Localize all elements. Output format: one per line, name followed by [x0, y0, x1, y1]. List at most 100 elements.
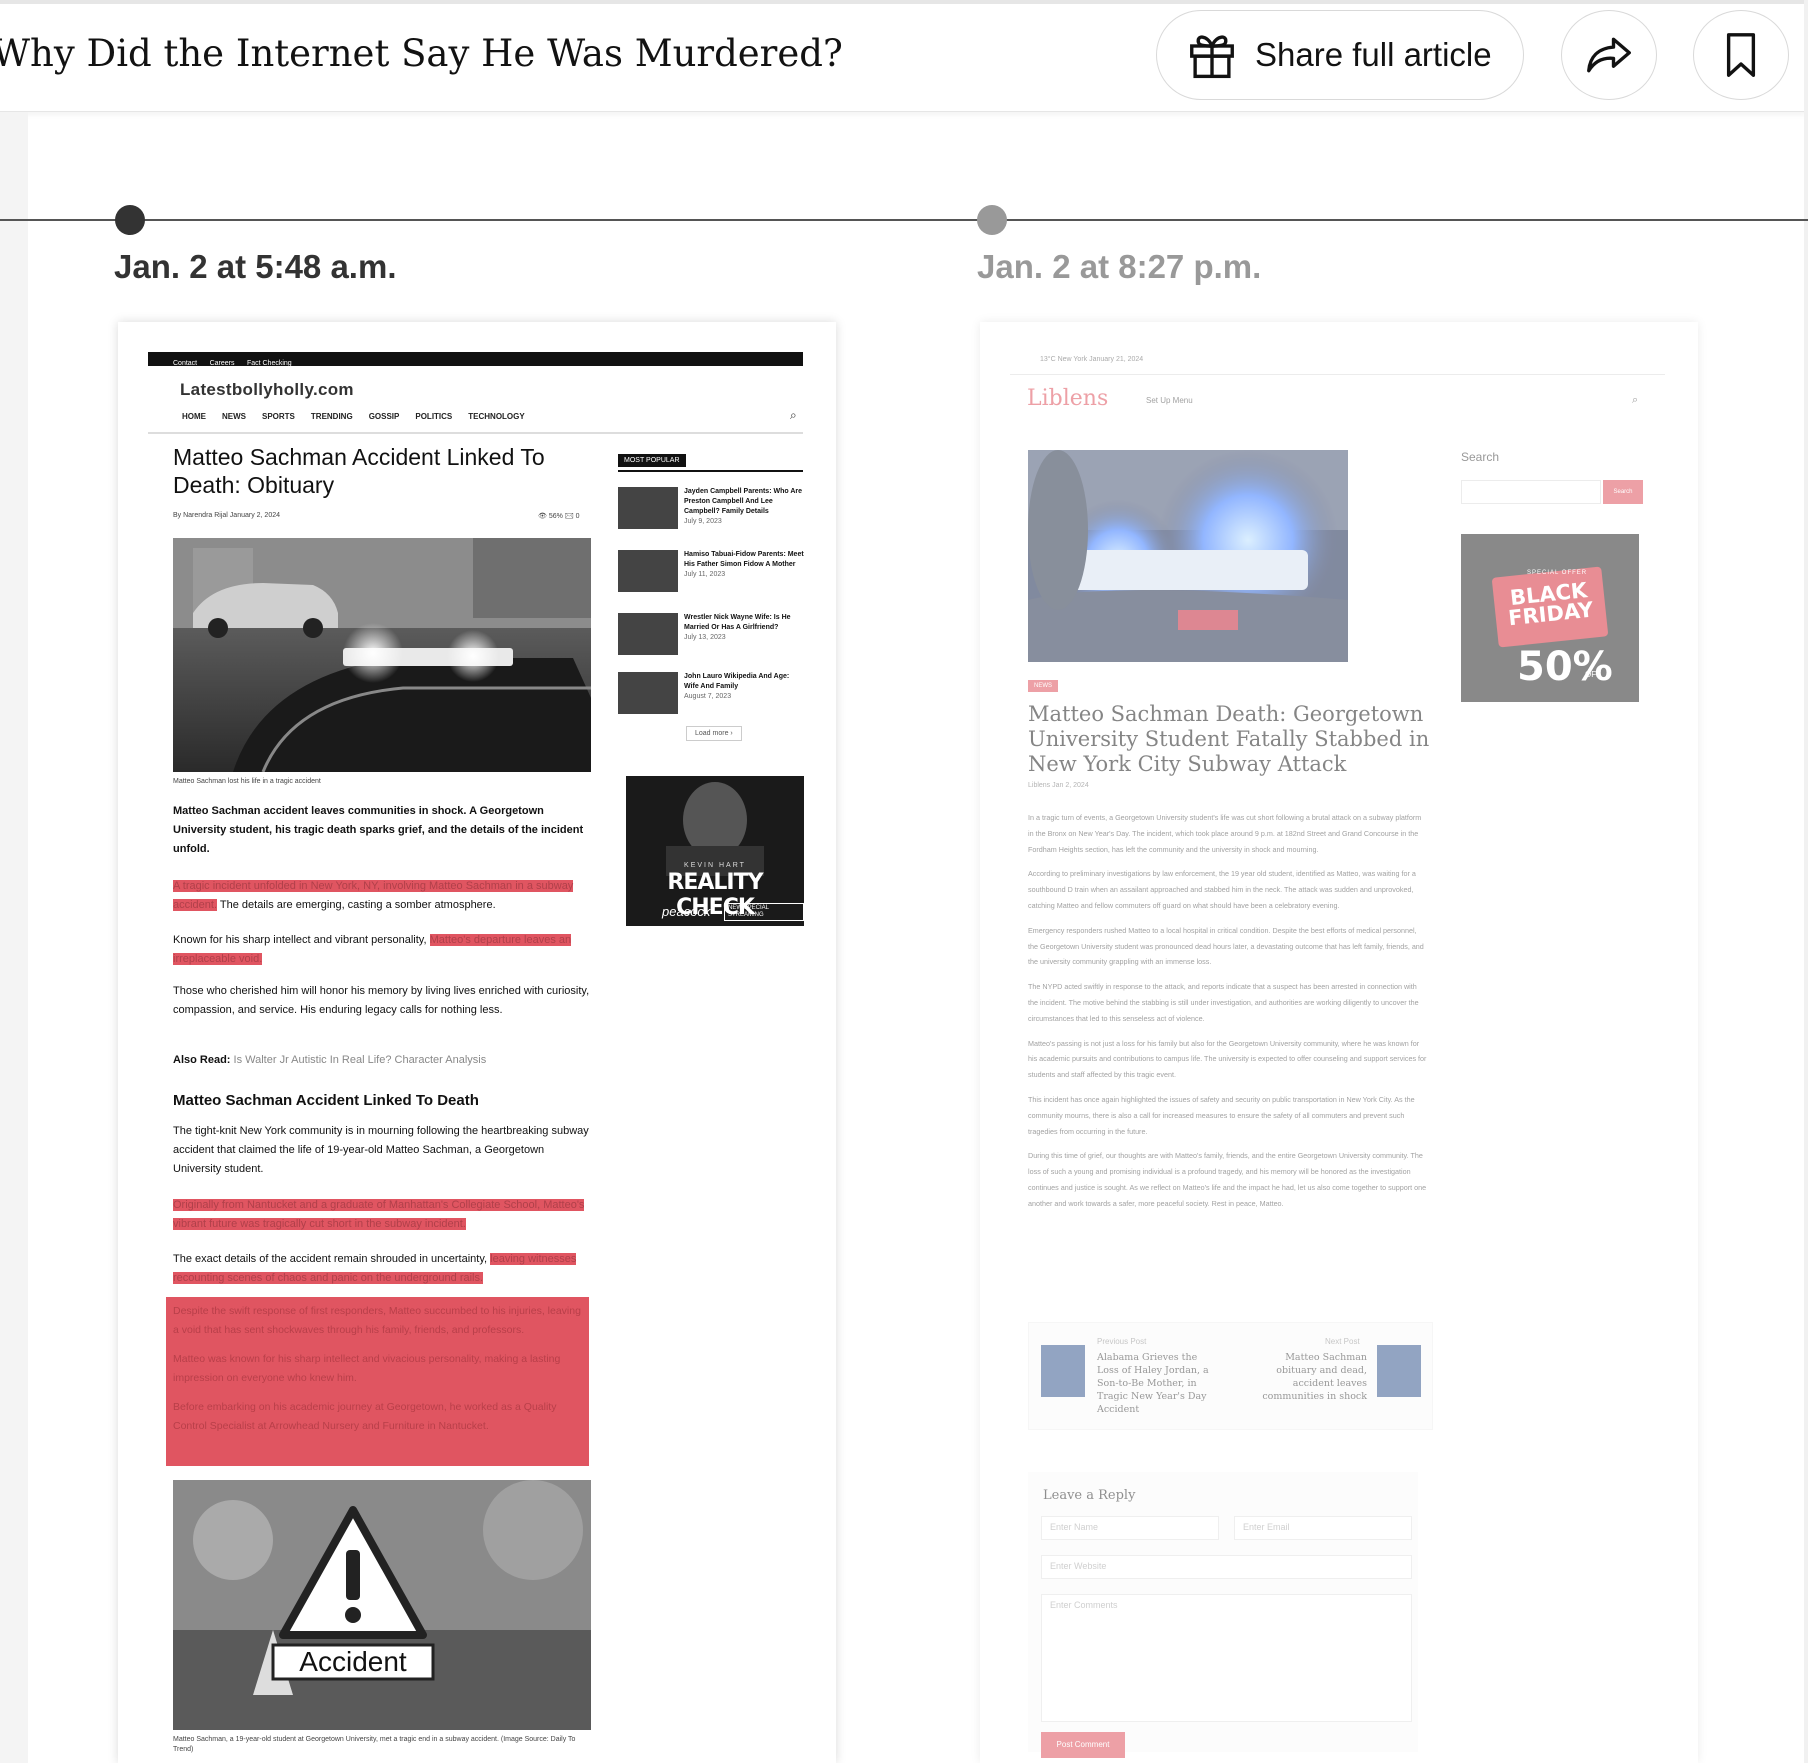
highlighted-paragraph: Before embarking on his academic journey…	[173, 1401, 557, 1432]
article-photo-accident-sign: Accident	[173, 1480, 591, 1730]
site-nav: HOME NEWS SPORTS TRENDING GOSSIP POLITIC…	[182, 412, 525, 421]
article-stats: 👁 56% ✉ 0	[538, 513, 580, 520]
site-top-bar: Contact Careers Fact Checking	[148, 352, 803, 367]
sidebar-search-input[interactable]	[1461, 480, 1601, 504]
screenshot-liblens: 13°C New York January 21, 2024 Liblens S…	[980, 322, 1698, 1763]
highlighted-paragraph: Matteo was known for his sharp intellect…	[173, 1353, 561, 1384]
paragraph-4: The tight-knit New York community is in …	[173, 1125, 589, 1175]
article-title: Matteo Sachman Accident Linked To Death:…	[173, 444, 545, 498]
popular-item[interactable]: Wrestler Nick Wayne Wife: Is He Married …	[618, 613, 803, 657]
popular-thumbnail	[618, 487, 678, 529]
share-label: Share full article	[1255, 36, 1492, 73]
timeline-point-first	[115, 205, 145, 235]
topbar-link-careers: Careers	[209, 360, 235, 367]
comments-field[interactable]: Enter Comments	[1041, 1594, 1412, 1722]
screenshot-latestbollyholly: Contact Careers Fact Checking Latestboll…	[118, 322, 836, 1763]
share-full-article-button[interactable]: Share full article	[1156, 10, 1524, 100]
popular-thumbnail	[618, 672, 678, 714]
topbar-link-contact: Contact	[173, 360, 198, 367]
bookmark-icon	[1726, 33, 1756, 77]
nav-sports: SPORTS	[262, 412, 295, 421]
article-title: Matteo Sachman Death: Georgetown Univers…	[1028, 702, 1430, 776]
popular-title: Jayden Campbell Parents: Who Are Preston…	[684, 488, 802, 515]
scrollbar-track[interactable]	[1804, 0, 1808, 1763]
ad-subtitle: KEVIN HART	[684, 862, 746, 869]
ad-percent: 50%	[1517, 644, 1613, 690]
highlighted-text: Originally from Nantucket and a graduate…	[173, 1199, 585, 1230]
sidebar-search-label: Search	[1461, 450, 1500, 464]
share-button[interactable]	[1561, 10, 1657, 100]
article-lead: Matteo Sachman accident leaves communiti…	[173, 805, 584, 855]
also-read: Also Read: Is Walter Jr Autistic In Real…	[173, 1054, 486, 1066]
gift-icon	[1190, 35, 1234, 79]
site-top-info: 13°C New York January 21, 2024	[1040, 356, 1144, 363]
post-comment-button[interactable]: Post Comment	[1041, 1732, 1125, 1758]
comment-form: Leave a Reply Enter Name Enter Email Ent…	[1028, 1472, 1418, 1758]
article-headline: Why Did the Internet Say He Was Murdered…	[0, 32, 843, 75]
nav-gossip: GOSSIP	[368, 412, 400, 421]
accident-sign-text: Accident	[299, 1646, 407, 1677]
site-menu[interactable]: Set Up Menu	[1146, 396, 1193, 405]
website-field[interactable]: Enter Website	[1041, 1555, 1412, 1579]
next-post-thumbnail[interactable]	[1377, 1345, 1421, 1397]
paragraph-3: Those who cherished him will honor his m…	[173, 985, 590, 1016]
nav-home: HOME	[182, 412, 206, 421]
prev-post-thumbnail[interactable]	[1041, 1345, 1085, 1397]
paragraph-text: The details are emerging, casting a somb…	[217, 899, 496, 911]
popular-item[interactable]: John Lauro Wikipedia And Age: Wife And F…	[618, 672, 803, 716]
nav-news: NEWS	[222, 412, 246, 421]
popular-date: August 7, 2023	[684, 693, 732, 700]
timestamp-second: Jan. 2 at 8:27 p.m.	[977, 248, 1262, 285]
popular-item[interactable]: Hamiso Tabuai-Fidow Parents: Meet His Fa…	[618, 550, 804, 594]
photo-caption: Matteo Sachman, a 19-year-old student at…	[173, 1736, 576, 1753]
prev-post-label: Previous Post	[1097, 1337, 1147, 1346]
site-logo: Latestbollyholly.com	[180, 380, 354, 399]
body-paragraph: In a tragic turn of events, a Georgetown…	[1028, 813, 1422, 854]
timeline-line	[0, 219, 1808, 221]
paragraph-6: The exact details of the accident remain…	[173, 1250, 593, 1288]
nav-politics: POLITICS	[415, 412, 453, 421]
search-icon[interactable]: ⌕	[1632, 394, 1638, 407]
ad-tag: NEW SPECIAL STREAMING	[724, 903, 804, 921]
popular-title: Hamiso Tabuai-Fidow Parents: Meet His Fa…	[684, 551, 804, 568]
highlighted-block: Despite the swift response of first resp…	[166, 1297, 589, 1466]
popular-title: John Lauro Wikipedia And Age: Wife And F…	[684, 673, 790, 690]
popular-item[interactable]: Jayden Campbell Parents: Who Are Preston…	[618, 487, 803, 531]
also-read-label: Also Read:	[173, 1054, 231, 1066]
body-paragraph: According to preliminary investigations …	[1028, 869, 1416, 910]
article-photo-police-lights	[1028, 450, 1348, 662]
name-field[interactable]: Enter Name	[1041, 1516, 1219, 1540]
load-more-button[interactable]: Load more ›	[686, 726, 742, 741]
sidebar-search-button[interactable]: Search	[1603, 480, 1643, 504]
save-button[interactable]	[1693, 10, 1789, 100]
ad-special: SPECIAL OFFER	[1527, 570, 1588, 576]
photo-caption: Matteo Sachman lost his life in a tragic…	[173, 778, 321, 785]
nav-divider	[148, 432, 803, 434]
advertisement-reality-check[interactable]: KEVIN HART REALITY CHECK peacock NEW SPE…	[626, 776, 804, 926]
body-paragraph: Matteo's passing is not just a loss for …	[1028, 1038, 1427, 1080]
paragraph-2: Known for his sharp intellect and vibran…	[173, 931, 593, 969]
top-divider	[1010, 374, 1665, 375]
nav-technology: TECHNOLOGY	[468, 412, 525, 421]
search-icon: ⌕	[790, 408, 797, 422]
share-arrow-icon	[1587, 37, 1631, 73]
prev-post-title[interactable]: Alabama Grieves the Loss of Haley Jordan…	[1097, 1351, 1217, 1416]
ad-sign-text: BLACK FRIDAY	[1507, 578, 1595, 631]
article-body: In a tragic turn of events, a Georgetown…	[1028, 810, 1428, 1221]
topbar-link-fact-checking: Fact Checking	[246, 360, 292, 367]
category-tag[interactable]: NEWS	[1028, 680, 1058, 692]
email-field[interactable]: Enter Email	[1234, 1516, 1412, 1540]
popular-title: Wrestler Nick Wayne Wife: Is He Married …	[684, 614, 791, 631]
paragraph-1: A tragic incident unfolded in New York, …	[173, 877, 593, 915]
paragraph-5: Originally from Nantucket and a graduate…	[173, 1196, 593, 1234]
timestamp-first: Jan. 2 at 5:48 a.m.	[114, 248, 397, 285]
ad-off: OFF	[1585, 670, 1601, 679]
article-byline: By Narendra Rijal January 2, 2024	[173, 512, 281, 519]
next-post-title[interactable]: Matteo Sachman obituary and dead, accide…	[1247, 1351, 1367, 1403]
popular-date: July 13, 2023	[684, 634, 726, 641]
popular-date: July 9, 2023	[684, 518, 722, 525]
black-friday-ad[interactable]: BLACK FRIDAY SPECIAL OFFER 50% OFF	[1461, 534, 1639, 702]
body-paragraph: The NYPD acted swiftly in response to th…	[1028, 982, 1419, 1023]
body-paragraph: Emergency responders rushed Matteo to a …	[1028, 925, 1424, 967]
also-read-link[interactable]: Is Walter Jr Autistic In Real Life? Char…	[230, 1054, 487, 1066]
